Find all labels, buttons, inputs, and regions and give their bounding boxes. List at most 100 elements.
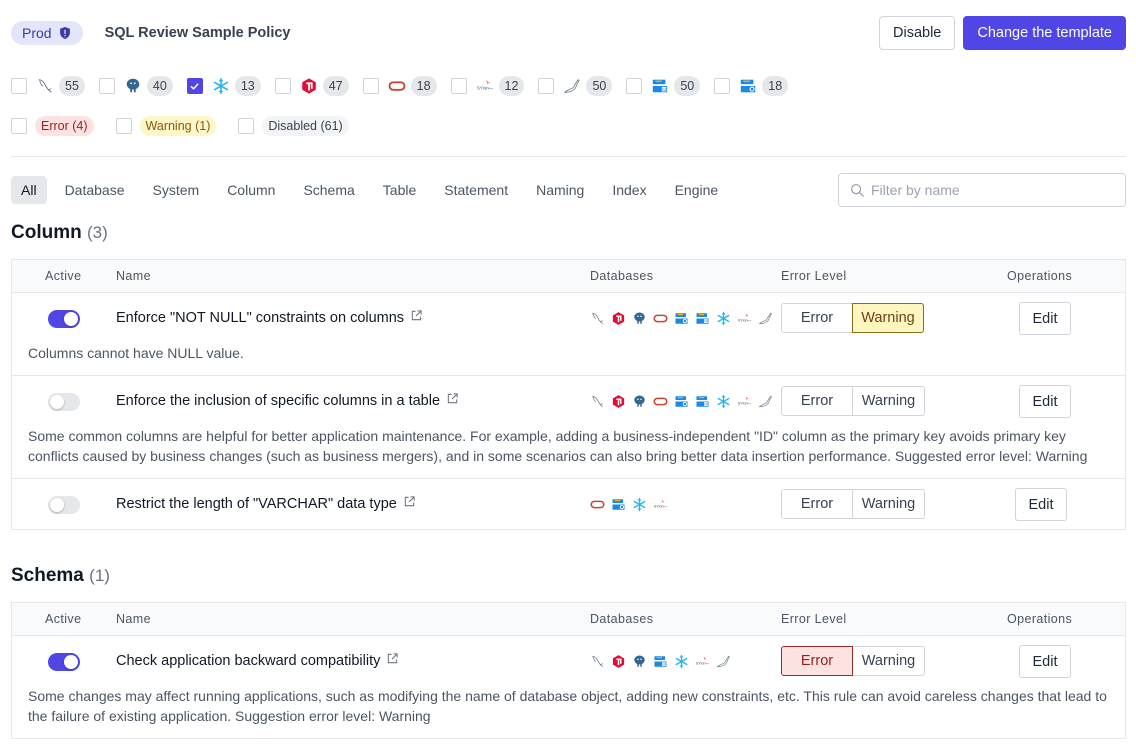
tab-naming[interactable]: Naming [526,176,594,204]
rule-name-text: Enforce "NOT NULL" constraints on column… [116,309,405,326]
active-toggle[interactable] [48,653,80,671]
error-level-warning-button[interactable]: Warning [852,303,924,333]
rule-row-main: Enforce "NOT NULL" constraints on column… [12,293,1125,343]
edit-button[interactable]: Edit [1015,488,1067,521]
filter-input-wrapper[interactable] [838,173,1126,207]
error-level-error-button[interactable]: Error [781,386,853,416]
snowflake-icon [714,392,732,410]
mariadb-icon [714,652,732,670]
tab-table[interactable]: Table [373,176,426,204]
edit-button[interactable]: Edit [1019,385,1071,418]
error-level-error-button[interactable]: Error [781,646,853,676]
oceanbase-icon: SYion [735,392,753,410]
tab-system[interactable]: System [143,176,210,204]
section-count: (3) [87,223,108,242]
rule-row-main: Restrict the length of "VARCHAR" data ty… [12,479,1125,529]
level-checkbox[interactable] [11,118,27,134]
tab-all[interactable]: All [11,176,47,204]
engine-checkbox[interactable] [362,78,379,94]
engine-filter-tidb[interactable]: 47 [274,76,349,96]
external-link-icon[interactable] [410,309,423,326]
engine-checkbox[interactable] [714,78,731,94]
engine-filter-mariadb[interactable]: 50 [538,76,613,96]
rule-name[interactable]: Enforce the inclusion of specific column… [116,392,459,409]
level-filter-disabled[interactable]: Disabled (61) [238,116,349,136]
change-template-button[interactable]: Change the template [963,16,1126,50]
database-icons: M SYion [588,309,774,327]
engine-filter-sqlserver-o[interactable]: 18 [714,76,789,96]
policy-header: Prod SQL Review Sample Policy Disable Ch… [11,16,1126,50]
header-error-level: Error Level [781,269,847,283]
edit-button[interactable]: Edit [1019,645,1071,678]
mariadb-icon [756,309,774,327]
tab-column[interactable]: Column [217,176,285,204]
error-level-warning-button[interactable]: Warning [853,489,925,519]
engine-checkbox[interactable] [186,78,203,94]
external-link-icon[interactable] [446,392,459,409]
error-level-error-button[interactable]: Error [781,489,853,519]
postgres-icon [630,392,648,410]
engine-checkbox[interactable] [11,78,27,94]
engine-checkbox[interactable] [626,78,643,94]
engine-filter-mysql[interactable]: 55 [11,76,85,96]
disable-button[interactable]: Disable [879,16,956,50]
rule-row-main: Check application backward compatibility… [12,636,1125,686]
database-icons: M SYion [588,392,774,410]
error-level-warning-button[interactable]: Warning [853,646,925,676]
azure-sql-m-icon: M [651,652,669,670]
mariadb-icon [562,77,582,95]
level-filter-row: Error (4) Warning (1) Disabled (61) [11,116,371,136]
level-checkbox[interactable] [115,118,132,134]
edit-button[interactable]: Edit [1019,302,1071,335]
header-active: Active [45,269,82,283]
active-toggle[interactable] [48,393,80,411]
engine-checkbox[interactable] [538,78,555,94]
svg-text:SYion: SYion [653,504,663,508]
rule-name[interactable]: Check application backward compatibility [116,652,399,669]
rule-name-text: Check application backward compatibility [116,652,381,669]
error-level-group: Error Warning [781,646,925,676]
rule-name[interactable]: Restrict the length of "VARCHAR" data ty… [116,495,416,512]
level-checkbox[interactable] [238,118,255,134]
engine-filter-oceanbase[interactable]: SYion 12 [450,76,525,96]
engine-filter-snowflake[interactable]: 13 [186,76,261,96]
tab-index[interactable]: Index [602,176,656,204]
tab-schema[interactable]: Schema [293,176,364,204]
active-toggle[interactable] [48,496,80,514]
header-name: Name [116,612,151,626]
oracle-icon [588,495,606,513]
error-level-error-button[interactable]: Error [781,303,853,333]
rule-row: Enforce "NOT NULL" constraints on column… [12,293,1125,376]
level-filter-warning[interactable]: Warning (1) [115,116,217,136]
header-databases: Databases [590,612,654,626]
rule-row-main: Enforce the inclusion of specific column… [12,376,1125,426]
external-link-icon[interactable] [403,495,416,512]
category-tabs: All Database System Column Schema Table Statem… [11,176,736,204]
engine-filter-oracle[interactable]: 18 [362,76,437,96]
rule-name-text: Restrict the length of "VARCHAR" data ty… [116,495,397,512]
engine-count-badge: 50 [586,76,613,96]
engine-checkbox[interactable] [450,78,467,94]
snowflake-icon [211,77,231,95]
engine-checkbox[interactable] [274,78,291,94]
filter-by-name-input[interactable] [871,182,1111,198]
tab-statement[interactable]: Statement [434,176,518,204]
svg-text:M: M [704,319,707,323]
level-filter-error[interactable]: Error (4) [11,116,94,136]
engine-filter-sqlserver-m[interactable]: M 50 [626,76,701,96]
header-databases: Databases [590,269,654,283]
tab-database[interactable]: Database [55,176,135,204]
postgres-icon [630,652,648,670]
engine-filter-postgres[interactable]: 40 [98,76,173,96]
engine-checkbox[interactable] [98,78,115,94]
tab-engine[interactable]: Engine [665,176,729,204]
external-link-icon[interactable] [386,652,399,669]
svg-text:SYion: SYion [695,661,705,665]
active-toggle[interactable] [48,310,80,328]
engine-count-badge: 13 [234,76,261,96]
error-level-group: Error Warning [781,386,925,416]
rule-name[interactable]: Enforce "NOT NULL" constraints on column… [116,309,423,326]
rule-row: Enforce the inclusion of specific column… [12,376,1125,479]
error-level-warning-button[interactable]: Warning [853,386,925,416]
svg-text:SYion: SYion [737,401,747,405]
